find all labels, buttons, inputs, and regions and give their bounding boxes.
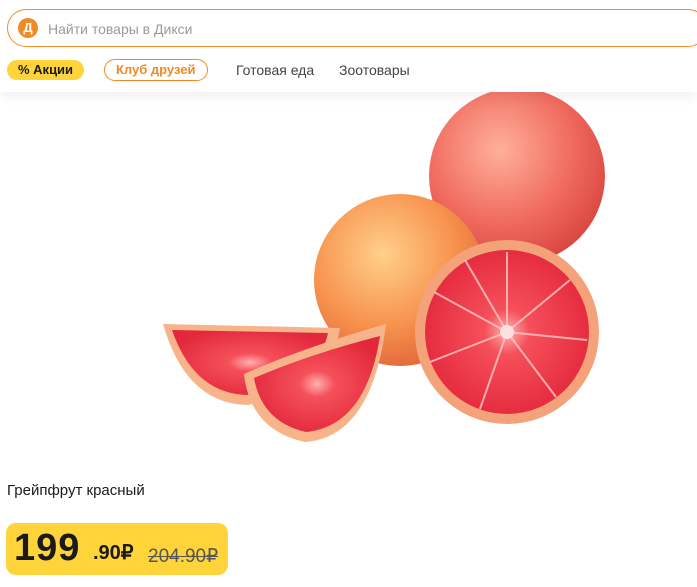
search-input[interactable]: Найти товары в Дикси	[48, 21, 192, 37]
price-fraction: .90₽	[93, 542, 134, 564]
header: Д Найти товары в Дикси % Акции Клуб друз…	[0, 0, 697, 92]
old-price: 204.90₽	[148, 546, 219, 567]
nav-link-pet-goods[interactable]: Зоотовары	[339, 62, 410, 78]
category-nav: % Акции Клуб друзей Готовая еда Зоотовар…	[0, 59, 697, 83]
price-integer: 199	[14, 527, 81, 569]
price-badge: 199 .90₽ 204.90₽	[6, 523, 228, 575]
grapefruit-image	[163, 92, 605, 442]
dixy-logo-icon: Д	[18, 18, 38, 38]
nav-link-ready-food[interactable]: Готовая еда	[236, 62, 314, 78]
promo-chip[interactable]: % Акции	[7, 60, 85, 80]
product-title[interactable]: Грейпфрут красный	[7, 482, 145, 499]
friends-club-chip[interactable]: Клуб друзей	[104, 59, 208, 81]
search-bar[interactable]: Д Найти товары в Дикси	[7, 9, 697, 47]
